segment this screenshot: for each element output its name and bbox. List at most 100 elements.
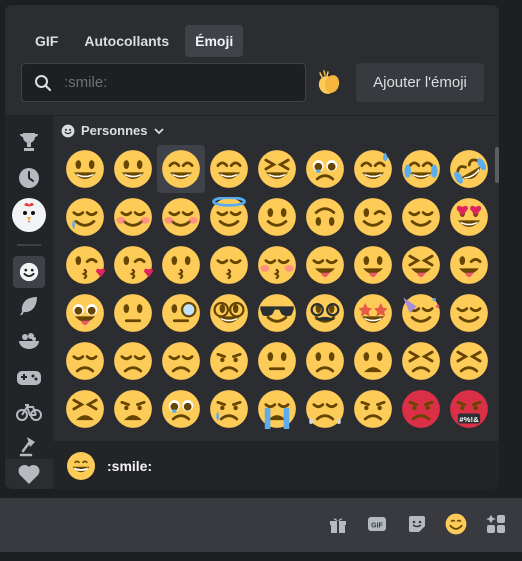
picker-tabs: GIF Autocollants Émoji xyxy=(25,25,244,57)
partying-icon xyxy=(402,294,440,332)
emoji-upside-down[interactable] xyxy=(301,193,349,241)
emoji-persevere[interactable] xyxy=(397,337,445,385)
emoji-blush-hearts[interactable] xyxy=(109,193,157,241)
svg-text:#%!&: #%!& xyxy=(459,415,479,424)
emoji-blush[interactable] xyxy=(157,193,205,241)
emoji-smirk[interactable] xyxy=(445,289,493,337)
search-icon xyxy=(35,74,52,91)
emoji-zany[interactable] xyxy=(61,289,109,337)
kissing-heart-icon xyxy=(114,246,153,284)
emoji-crying[interactable] xyxy=(205,385,253,433)
svg-text:GIF: GIF xyxy=(371,523,383,530)
emoji-frowning[interactable] xyxy=(349,337,397,385)
gamepad-icon[interactable] xyxy=(15,364,43,392)
emoji-sweat-smile[interactable] xyxy=(349,145,397,193)
emoji-rofl[interactable] xyxy=(445,145,493,193)
emoji-confused[interactable] xyxy=(253,337,301,385)
sticker-icon[interactable] xyxy=(405,512,429,536)
heart-icon[interactable] xyxy=(15,460,43,488)
emoji-disappointed[interactable] xyxy=(109,337,157,385)
emoji-heart-eyes[interactable] xyxy=(445,193,493,241)
emoji-smile[interactable] xyxy=(157,145,205,193)
emoji-weary[interactable] xyxy=(109,385,157,433)
innocent-icon xyxy=(210,197,248,236)
emoji-raised-eyebrow[interactable] xyxy=(109,289,157,337)
emoji-pensive[interactable] xyxy=(157,337,205,385)
emoji-yum[interactable] xyxy=(301,241,349,289)
emoji-confounded[interactable] xyxy=(445,337,493,385)
emoji-joy[interactable] xyxy=(397,145,445,193)
rofl-icon xyxy=(450,150,488,188)
emoji-grinning[interactable] xyxy=(61,145,109,193)
nerd-icon xyxy=(210,294,248,332)
face-blowing-kiss-icon xyxy=(66,246,105,284)
emoji-monocle[interactable] xyxy=(157,289,205,337)
weary-icon xyxy=(114,390,152,428)
lamp-icon[interactable] xyxy=(15,432,43,460)
emoji-slight-smile[interactable] xyxy=(253,193,301,241)
gif-icon[interactable]: GIF xyxy=(365,512,389,536)
smile-icon xyxy=(162,150,200,188)
emoji-angry[interactable] xyxy=(349,385,397,433)
emoji-kissing-smiling-eyes[interactable] xyxy=(253,241,301,289)
emoji-unamused[interactable] xyxy=(61,337,109,385)
emoji-search-box[interactable] xyxy=(21,63,306,102)
tab-gif[interactable]: GIF xyxy=(25,25,68,57)
emoji-icon[interactable] xyxy=(444,512,468,536)
food-icon[interactable] xyxy=(15,328,43,356)
apps-icon[interactable] xyxy=(484,512,508,536)
emoji-smiling-face-with-tear[interactable] xyxy=(61,193,109,241)
emoji-sunglasses[interactable] xyxy=(253,289,301,337)
emoji-kissing[interactable] xyxy=(157,241,205,289)
emoji-kissing-heart[interactable] xyxy=(109,241,157,289)
add-emoji-button[interactable]: Ajouter l'émoji xyxy=(356,63,484,102)
smile-icon[interactable] xyxy=(13,256,45,288)
emoji-pleading[interactable] xyxy=(157,385,205,433)
category-header[interactable]: Personnes xyxy=(61,123,165,138)
emoji-star-struck[interactable] xyxy=(349,289,397,337)
emoji-rage[interactable] xyxy=(397,385,445,433)
emoji-grin[interactable] xyxy=(205,145,253,193)
bicycle-icon[interactable] xyxy=(15,398,43,426)
emoji-tongue-out[interactable] xyxy=(349,241,397,289)
scrollbar[interactable] xyxy=(495,147,499,183)
crying-icon xyxy=(210,390,248,428)
emoji-innocent[interactable] xyxy=(205,193,253,241)
emoji-worried[interactable] xyxy=(205,337,253,385)
skin-tone-button[interactable] xyxy=(313,67,345,99)
emoji-slight-frown[interactable] xyxy=(301,337,349,385)
emoji-laughing[interactable] xyxy=(253,145,301,193)
sunglasses-icon xyxy=(258,294,296,332)
emoji-sob[interactable] xyxy=(253,385,301,433)
search-input[interactable] xyxy=(64,74,284,91)
gift-icon[interactable] xyxy=(326,512,350,536)
emoji-wink[interactable] xyxy=(349,193,397,241)
emoji-tired[interactable] xyxy=(61,385,109,433)
emoji-winking-tongue[interactable] xyxy=(445,241,493,289)
emoji-partying[interactable] xyxy=(397,289,445,337)
emoji-holding-back-tears[interactable] xyxy=(301,145,349,193)
raised-eyebrow-icon xyxy=(114,294,152,332)
disguised-icon xyxy=(306,294,344,332)
category-sidebar xyxy=(5,116,53,459)
emoji-disguised[interactable] xyxy=(301,289,349,337)
trophy-icon[interactable] xyxy=(15,128,43,156)
pleading-icon xyxy=(162,390,200,428)
tab-emoji[interactable]: Émoji xyxy=(185,25,244,57)
chicken-server-icon[interactable] xyxy=(12,198,46,232)
emoji-steam[interactable] xyxy=(301,385,349,433)
emoji-smiley[interactable] xyxy=(109,145,157,193)
emoji-cursing[interactable]: #%!& xyxy=(445,385,493,433)
clock-icon[interactable] xyxy=(15,164,43,192)
emoji-squinting-tongue[interactable] xyxy=(397,241,445,289)
slight-frown-icon xyxy=(306,342,344,380)
emoji-preview-name: :smile: xyxy=(107,458,153,474)
sob-icon xyxy=(258,390,296,429)
leaf-icon[interactable] xyxy=(15,292,43,320)
winking-tongue-icon xyxy=(450,246,488,284)
emoji-relieved[interactable] xyxy=(397,193,445,241)
emoji-face-blowing-kiss[interactable] xyxy=(61,241,109,289)
emoji-nerd[interactable] xyxy=(205,289,253,337)
tab-stickers[interactable]: Autocollants xyxy=(74,25,179,57)
emoji-kissing-closed-eyes[interactable] xyxy=(205,241,253,289)
